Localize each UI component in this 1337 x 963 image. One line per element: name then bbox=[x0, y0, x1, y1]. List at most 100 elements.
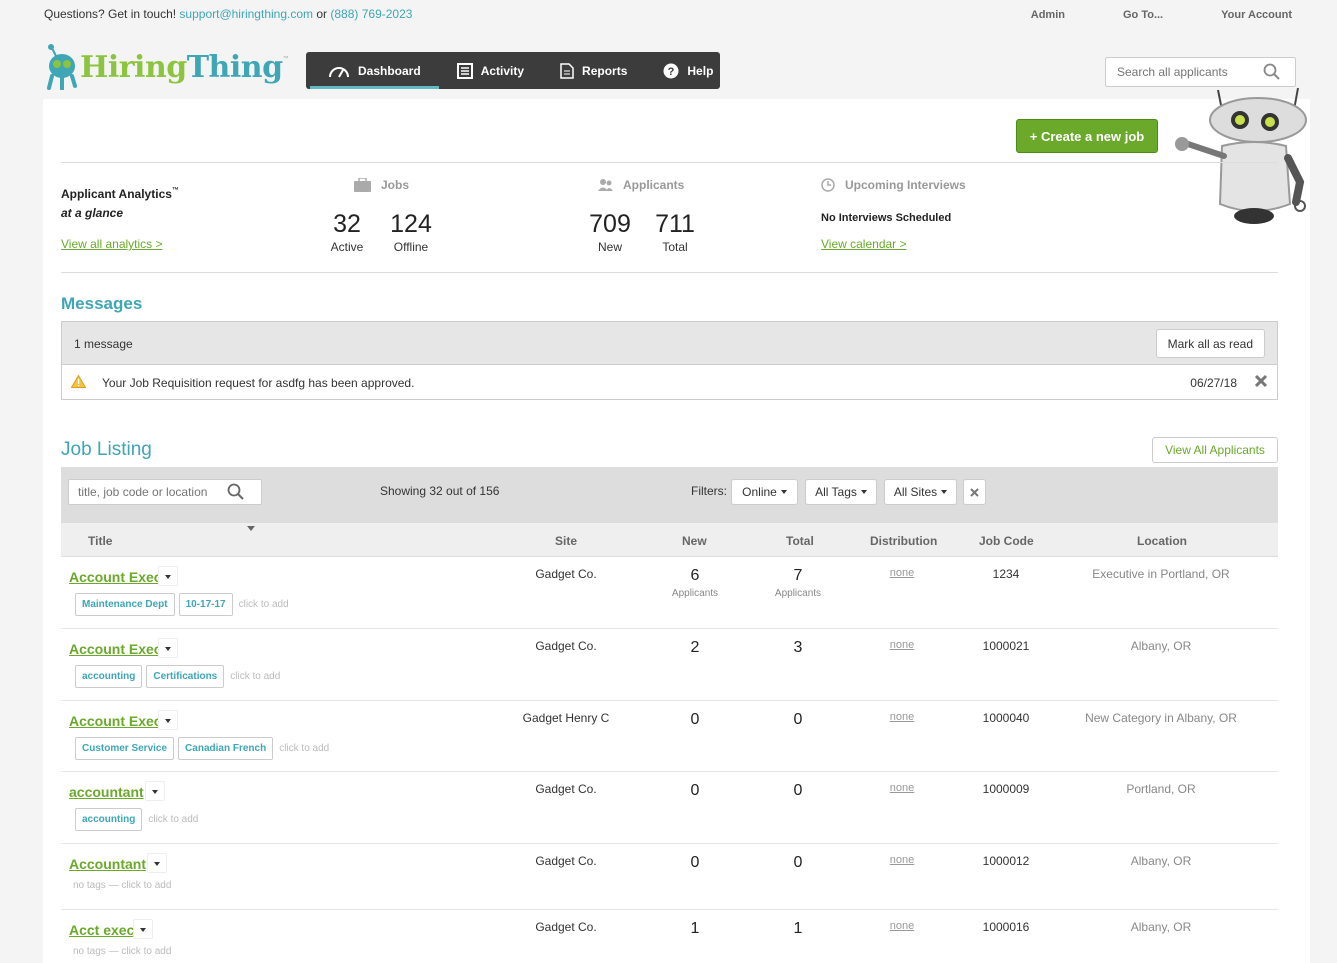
nav-activity[interactable]: Activity bbox=[439, 52, 542, 89]
job-search-input[interactable] bbox=[69, 480, 219, 504]
distribution-link[interactable]: none bbox=[862, 567, 942, 579]
tag-badge[interactable]: accounting bbox=[75, 665, 143, 688]
applicants-new-count[interactable]: 709 bbox=[575, 210, 645, 239]
chevron-down-icon[interactable] bbox=[147, 853, 167, 873]
table-row[interactable]: Accountant no tags — click to add Gadget C… bbox=[61, 844, 1278, 910]
goto-link[interactable]: Go To... bbox=[1123, 9, 1163, 21]
table-row[interactable]: Account Exec Customer Service Canadian Fre… bbox=[61, 701, 1278, 772]
search-input[interactable] bbox=[1106, 58, 1256, 86]
distribution-link[interactable]: none bbox=[862, 639, 942, 651]
filter-status-dropdown[interactable]: Online bbox=[731, 479, 798, 505]
jobs-active-label: Active bbox=[330, 240, 364, 254]
total-applicants-count[interactable]: 7 bbox=[753, 567, 843, 585]
admin-link[interactable]: Admin bbox=[1031, 9, 1065, 21]
search-icon[interactable] bbox=[227, 483, 245, 501]
total-applicants-count[interactable]: 1 bbox=[753, 920, 843, 938]
job-location: Portland, OR bbox=[1126, 782, 1196, 796]
create-job-button[interactable]: + Create a new job bbox=[1016, 119, 1158, 153]
logo-trademark: ™ bbox=[282, 56, 289, 62]
new-applicants-count[interactable]: 6 bbox=[650, 567, 740, 585]
nav-dashboard[interactable]: Dashboard bbox=[310, 52, 439, 89]
chevron-down-icon[interactable] bbox=[158, 638, 178, 658]
job-title-link[interactable]: Accountant bbox=[69, 856, 146, 872]
svg-text:?: ? bbox=[668, 66, 675, 78]
total-applicants-count[interactable]: 3 bbox=[753, 639, 843, 657]
add-tag-link[interactable]: no tags — click to add bbox=[73, 946, 171, 957]
job-title-link[interactable]: Account Exec bbox=[69, 713, 162, 729]
nav-help-label: Help bbox=[687, 63, 714, 78]
nav-reports[interactable]: Reports bbox=[542, 52, 645, 89]
job-title-link[interactable]: Account Exec bbox=[69, 569, 162, 585]
messages-header: 1 message Mark all as read bbox=[62, 322, 1277, 365]
support-phone-link[interactable]: (888) 769-2023 bbox=[330, 7, 412, 21]
your-account-link[interactable]: Your Account bbox=[1221, 9, 1292, 21]
mark-all-read-button[interactable]: Mark all as read bbox=[1155, 329, 1265, 358]
sort-down-icon[interactable] bbox=[247, 526, 255, 531]
chevron-down-icon[interactable] bbox=[158, 710, 178, 730]
distribution-link[interactable]: none bbox=[862, 711, 942, 723]
message-row[interactable]: Your Job Requisition request for asdfg h… bbox=[62, 365, 1277, 399]
table-row[interactable]: Account Exec Maintenance Dept 10-17-17 clic… bbox=[61, 557, 1278, 629]
total-applicants-count[interactable]: 0 bbox=[753, 782, 843, 800]
filters-label: Filters: bbox=[691, 484, 727, 498]
hiringthing-logo[interactable]: HiringThing ™ bbox=[44, 44, 289, 90]
view-all-applicants-button[interactable]: View All Applicants bbox=[1152, 437, 1278, 463]
column-title[interactable]: Title bbox=[88, 534, 112, 548]
tag-badge[interactable]: Maintenance Dept bbox=[75, 593, 175, 616]
filter-bar: Showing 32 out of 156 Filters: Online Al… bbox=[61, 467, 1278, 523]
jobs-offline-label: Offline bbox=[393, 240, 429, 254]
distribution-link[interactable]: none bbox=[862, 854, 942, 866]
view-calendar-link[interactable]: View calendar > bbox=[821, 237, 907, 251]
logo-text: HiringThing bbox=[80, 49, 283, 85]
new-applicants-count[interactable]: 0 bbox=[650, 782, 740, 800]
distribution-link[interactable]: none bbox=[862, 920, 942, 932]
view-analytics-link[interactable]: View all analytics > bbox=[61, 237, 163, 251]
total-applicants-count[interactable]: 0 bbox=[753, 711, 843, 729]
tag-badge[interactable]: Canadian French bbox=[178, 737, 274, 760]
filter-tags-dropdown[interactable]: All Tags bbox=[805, 479, 877, 505]
add-tag-link[interactable]: click to add bbox=[230, 671, 280, 682]
applicants-total-count[interactable]: 711 bbox=[640, 210, 710, 239]
table-row[interactable]: accountant accounting click to add Gadget C… bbox=[61, 772, 1278, 844]
filter-sites-dropdown[interactable]: All Sites bbox=[884, 479, 957, 505]
nav-help[interactable]: ? Help bbox=[645, 52, 731, 89]
jobs-active-count[interactable]: 32 bbox=[312, 210, 382, 239]
search-icon[interactable] bbox=[1263, 63, 1281, 81]
new-applicants-count[interactable]: 2 bbox=[650, 639, 740, 657]
chevron-down-icon[interactable] bbox=[145, 781, 165, 801]
tag-badge[interactable]: Certifications bbox=[146, 665, 225, 688]
tag-badge[interactable]: 10-17-17 bbox=[178, 593, 233, 616]
tag-list: Maintenance Dept 10-17-17 click to add bbox=[75, 593, 289, 616]
distribution-link[interactable]: none bbox=[862, 782, 942, 794]
support-email-link[interactable]: support@hiringthing.com bbox=[179, 7, 313, 21]
close-icon[interactable] bbox=[1254, 374, 1268, 388]
analytics-title: Applicant Analytics™ bbox=[61, 187, 179, 201]
tag-badge[interactable]: Customer Service bbox=[75, 737, 175, 760]
robot-logo-icon bbox=[47, 44, 77, 90]
add-tag-link[interactable]: no tags — click to add bbox=[73, 880, 171, 891]
tag-badge[interactable]: accounting bbox=[75, 808, 143, 831]
job-title-link[interactable]: Account Exec bbox=[69, 641, 162, 657]
add-tag-link[interactable]: click to add bbox=[239, 599, 289, 610]
clear-filters-button[interactable] bbox=[963, 479, 986, 505]
chevron-down-icon[interactable] bbox=[158, 566, 178, 586]
jobs-offline-count[interactable]: 124 bbox=[376, 210, 446, 239]
briefcase-icon bbox=[354, 178, 371, 192]
job-title-link[interactable]: Acct exec bbox=[69, 922, 134, 938]
job-title-link[interactable]: accountant bbox=[69, 784, 144, 800]
new-applicants-count[interactable]: 0 bbox=[650, 854, 740, 872]
chevron-down-icon bbox=[780, 490, 787, 494]
add-tag-link[interactable]: click to add bbox=[148, 814, 198, 825]
table-row[interactable]: Account Exec accounting Certifications clic… bbox=[61, 629, 1278, 701]
new-applicants-count[interactable]: 1 bbox=[650, 920, 740, 938]
job-site: Gadget Henry C bbox=[522, 711, 610, 725]
new-applicants-count[interactable]: 0 bbox=[650, 711, 740, 729]
total-applicants-count[interactable]: 0 bbox=[753, 854, 843, 872]
chevron-down-icon[interactable] bbox=[133, 919, 153, 939]
warning-icon bbox=[71, 375, 86, 388]
tag-list: accounting click to add bbox=[75, 808, 198, 831]
table-row[interactable]: Acct exec no tags — click to add Gadget Co… bbox=[61, 910, 1278, 963]
clock-icon bbox=[821, 178, 835, 192]
job-search bbox=[68, 479, 262, 505]
add-tag-link[interactable]: click to add bbox=[279, 743, 329, 754]
